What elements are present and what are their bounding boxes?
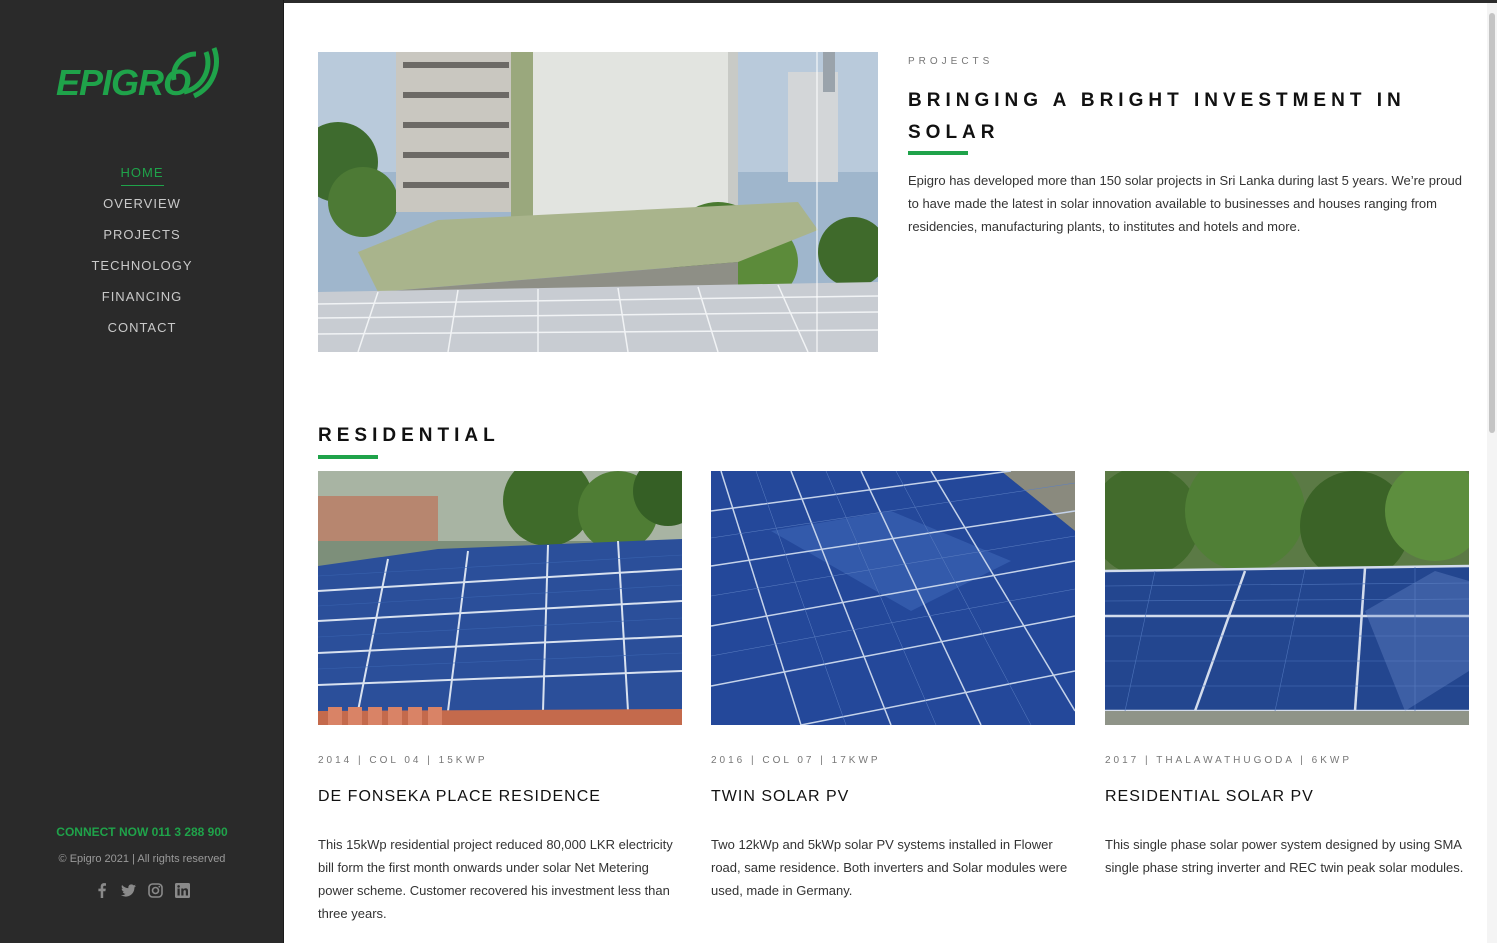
project-card-twin-solar[interactable]: 2016 | COL 07 | 17KWP TWIN SOLAR PV Two … bbox=[711, 471, 1075, 902]
instagram-icon[interactable] bbox=[148, 882, 163, 898]
section-title-underline bbox=[318, 455, 378, 459]
project-image-de-fonseka[interactable] bbox=[318, 471, 682, 725]
sidebar: EPIGRO HOME OVERVIEW PROJECTS TECHNOLOGY… bbox=[0, 0, 284, 943]
nav-item-financing[interactable]: FINANCING bbox=[102, 287, 183, 309]
twitter-icon[interactable] bbox=[121, 882, 136, 898]
hero-building-solar-image bbox=[318, 52, 878, 352]
nav-item-contact[interactable]: CONTACT bbox=[108, 318, 177, 340]
nav-item-home[interactable]: HOME bbox=[120, 163, 164, 186]
project-name[interactable]: DE FONSEKA PLACE RESIDENCE bbox=[318, 788, 682, 806]
project-meta: 2016 | COL 07 | 17KWP bbox=[711, 755, 881, 766]
main-nav: HOME OVERVIEW PROJECTS TECHNOLOGY FINANC… bbox=[0, 163, 284, 349]
linkedin-icon[interactable] bbox=[175, 882, 190, 898]
project-image-twin-solar[interactable] bbox=[711, 471, 1075, 725]
hero-description: Epigro has developed more than 150 solar… bbox=[908, 173, 1463, 234]
project-description: Two 12kWp and 5kWp solar PV systems inst… bbox=[711, 837, 1068, 898]
page-scrollbar[interactable] bbox=[1487, 3, 1497, 943]
project-card-residential-solar[interactable]: 2017 | THALAWATHUGODA | 6KWP RESIDENTIAL… bbox=[1105, 471, 1469, 879]
project-description: This 15kWp residential project reduced 8… bbox=[318, 837, 673, 921]
scrollbar-thumb[interactable] bbox=[1489, 13, 1495, 433]
project-image-residential-solar[interactable] bbox=[1105, 471, 1469, 725]
project-description: This single phase solar power system des… bbox=[1105, 837, 1464, 875]
nav-item-overview[interactable]: OVERVIEW bbox=[103, 194, 181, 216]
logo-text: EPIGRO bbox=[56, 62, 191, 103]
nav-item-technology[interactable]: TECHNOLOGY bbox=[91, 256, 192, 278]
copyright-text: © Epigro 2021 | All rights reserved bbox=[58, 853, 226, 865]
hero-title-underline bbox=[908, 151, 968, 155]
hero-kicker: PROJECTS bbox=[908, 56, 994, 67]
project-meta: 2014 | COL 04 | 15KWP bbox=[318, 755, 488, 766]
social-links bbox=[0, 882, 284, 898]
project-name[interactable]: TWIN SOLAR PV bbox=[711, 788, 1075, 806]
project-card-de-fonseka[interactable]: 2014 | COL 04 | 15KWP DE FONSEKA PLACE R… bbox=[318, 471, 682, 925]
main-content: PROJECTS BRINGING A BRIGHT INVESTMENT IN… bbox=[298, 3, 1483, 943]
project-name[interactable]: RESIDENTIAL SOLAR PV bbox=[1105, 788, 1469, 806]
facebook-icon[interactable] bbox=[94, 882, 109, 898]
epigro-logo[interactable]: EPIGRO bbox=[56, 40, 226, 103]
hero-title: BRINGING A BRIGHT INVESTMENT IN SOLAR bbox=[908, 90, 1406, 143]
connect-phone-link[interactable]: CONNECT NOW 011 3 288 900 bbox=[0, 825, 284, 839]
residential-section-title: RESIDENTIAL bbox=[318, 425, 500, 446]
nav-item-projects[interactable]: PROJECTS bbox=[103, 225, 180, 247]
project-meta: 2017 | THALAWATHUGODA | 6KWP bbox=[1105, 755, 1353, 766]
